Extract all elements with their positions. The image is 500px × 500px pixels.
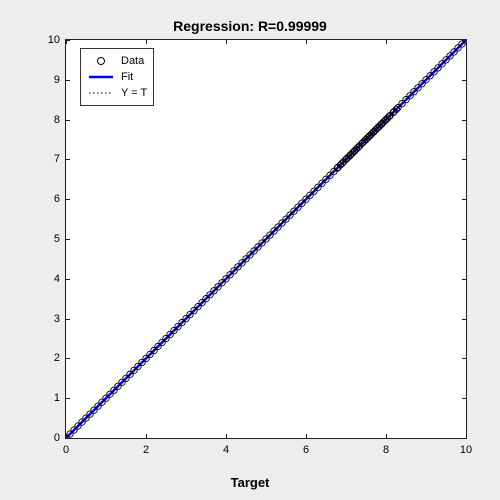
x-tick-label: 8 bbox=[383, 438, 389, 456]
y-tick-label: 7 bbox=[54, 153, 66, 165]
x-tick-label: 0 bbox=[63, 438, 69, 456]
solid-line-icon bbox=[87, 70, 115, 84]
y-tick-label: 1 bbox=[54, 392, 66, 404]
legend-label-data: Data bbox=[121, 55, 144, 67]
x-tick-label: 6 bbox=[303, 438, 309, 456]
x-tick-label: 2 bbox=[143, 438, 149, 456]
circle-marker-icon bbox=[87, 54, 115, 68]
regression-figure: Regression: R=0.99999 Output ~= 1*Target… bbox=[0, 0, 500, 500]
y-tick-label: 4 bbox=[54, 273, 66, 285]
y-tick-label: 8 bbox=[54, 114, 66, 126]
legend-entry-fit: Fit bbox=[87, 69, 147, 85]
y-tick-label: 9 bbox=[54, 74, 66, 86]
dotted-line-icon bbox=[87, 86, 115, 100]
plot-axes: 0123456789100246810DataFitY = T bbox=[66, 40, 466, 438]
chart-title: Regression: R=0.99999 bbox=[0, 18, 500, 34]
x-tick-label: 10 bbox=[460, 438, 472, 456]
legend: Data Fit Y = T bbox=[80, 48, 154, 106]
legend-entry-data: Data bbox=[87, 53, 147, 69]
x-tick-label: 4 bbox=[223, 438, 229, 456]
y-tick-label: 5 bbox=[54, 233, 66, 245]
y-tick-label: 6 bbox=[54, 193, 66, 205]
legend-label-fit: Fit bbox=[121, 71, 133, 83]
y-tick-label: 3 bbox=[54, 313, 66, 325]
x-axis-label: Target bbox=[0, 475, 500, 490]
y-tick-label: 2 bbox=[54, 352, 66, 364]
y-tick-label: 10 bbox=[48, 34, 66, 46]
legend-label-yt: Y = T bbox=[121, 87, 147, 99]
legend-entry-yt: Y = T bbox=[87, 85, 147, 101]
